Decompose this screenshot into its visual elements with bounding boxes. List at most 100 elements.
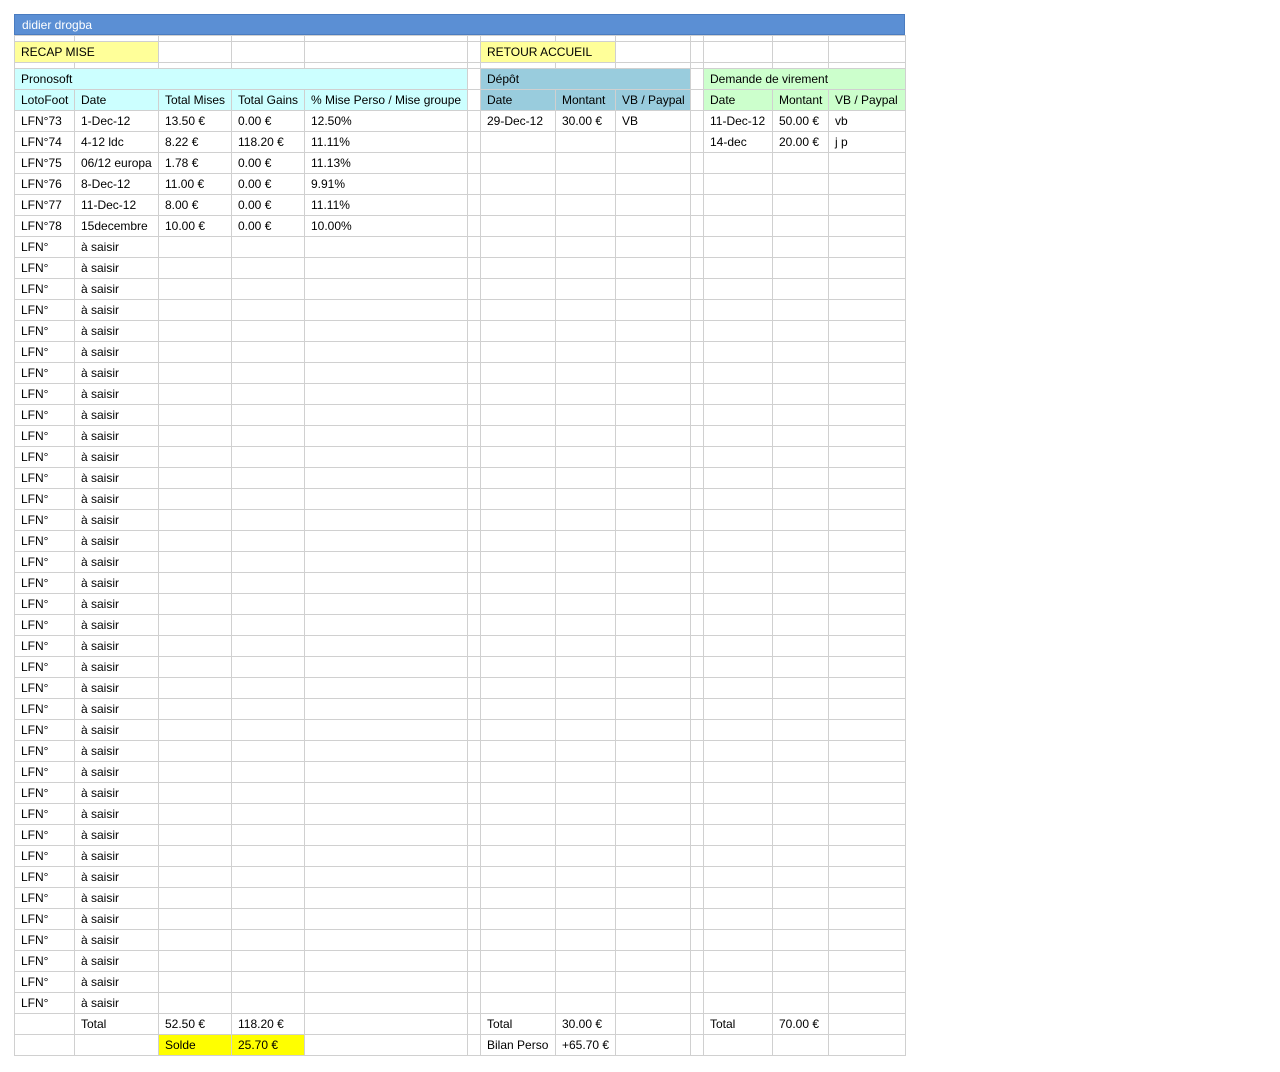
cell-lotofoot[interactable]: LFN°	[14, 635, 75, 657]
cell-total-mises[interactable]: 8.22 €	[158, 131, 232, 153]
cell-depot-date[interactable]	[480, 908, 556, 930]
cell-virement-vb-paypal[interactable]	[828, 446, 906, 468]
cell-virement-vb-paypal[interactable]	[828, 950, 906, 972]
cell-lotofoot[interactable]: LFN°74	[14, 131, 75, 153]
cell-depot-vb-paypal[interactable]	[615, 425, 691, 447]
cell-total-gains[interactable]	[231, 551, 305, 573]
cell-pct-mise[interactable]	[304, 824, 468, 846]
cell-total-mises[interactable]	[158, 656, 232, 678]
cell-depot-vb-paypal[interactable]	[615, 614, 691, 636]
cell-pct-mise[interactable]	[304, 719, 468, 741]
cell-depot-date[interactable]	[480, 593, 556, 615]
cell-virement-vb-paypal[interactable]	[828, 593, 906, 615]
cell-pct-mise[interactable]	[304, 782, 468, 804]
cell-virement-date[interactable]	[703, 887, 773, 909]
cell-total-mises[interactable]	[158, 740, 232, 762]
cell-date[interactable]: à saisir	[74, 803, 159, 825]
cell-virement-date[interactable]	[703, 278, 773, 300]
cell-total-mises[interactable]	[158, 446, 232, 468]
cell-date[interactable]: à saisir	[74, 950, 159, 972]
cell-pct-mise[interactable]	[304, 299, 468, 321]
cell-depot-vb-paypal[interactable]	[615, 446, 691, 468]
cell-date[interactable]: à saisir	[74, 971, 159, 993]
cell-depot-montant[interactable]	[555, 782, 616, 804]
cell-pct-mise[interactable]	[304, 887, 468, 909]
cell-lotofoot[interactable]: LFN°	[14, 551, 75, 573]
cell-virement-vb-paypal[interactable]	[828, 404, 906, 426]
cell-depot-montant[interactable]	[555, 992, 616, 1014]
cell-virement-montant[interactable]	[772, 551, 829, 573]
cell-depot-vb-paypal[interactable]	[615, 509, 691, 531]
cell-depot-montant[interactable]	[555, 761, 616, 783]
cell-depot-vb-paypal[interactable]	[615, 740, 691, 762]
cell-depot-vb-paypal[interactable]	[615, 845, 691, 867]
cell-depot-date[interactable]	[480, 866, 556, 888]
cell-total-gains[interactable]	[231, 572, 305, 594]
cell-depot-vb-paypal[interactable]	[615, 362, 691, 384]
cell-total-mises[interactable]	[158, 551, 232, 573]
cell-virement-montant[interactable]	[772, 572, 829, 594]
cell-total-gains[interactable]	[231, 530, 305, 552]
cell-virement-montant[interactable]	[772, 698, 829, 720]
cell-depot-date[interactable]	[480, 761, 556, 783]
cell-total-gains[interactable]	[231, 656, 305, 678]
cell-depot-vb-paypal[interactable]	[615, 929, 691, 951]
cell-total-mises[interactable]	[158, 299, 232, 321]
cell-depot-montant[interactable]	[555, 866, 616, 888]
cell-virement-vb-paypal[interactable]	[828, 278, 906, 300]
cell-date[interactable]: à saisir	[74, 992, 159, 1014]
cell-virement-date[interactable]	[703, 593, 773, 615]
cell-depot-montant[interactable]	[555, 320, 616, 342]
cell-virement-montant[interactable]	[772, 677, 829, 699]
cell-depot-date[interactable]	[480, 824, 556, 846]
cell-depot-montant[interactable]	[555, 299, 616, 321]
cell-pct-mise[interactable]: 11.13%	[304, 152, 468, 174]
cell-virement-vb-paypal[interactable]	[828, 320, 906, 342]
cell-total-gains[interactable]: 0.00 €	[231, 152, 305, 174]
cell-virement-vb-paypal[interactable]	[828, 236, 906, 258]
cell-depot-date[interactable]	[480, 635, 556, 657]
cell-pct-mise[interactable]: 11.11%	[304, 194, 468, 216]
cell-lotofoot[interactable]: LFN°	[14, 572, 75, 594]
cell-depot-vb-paypal[interactable]	[615, 467, 691, 489]
cell-depot-vb-paypal[interactable]	[615, 866, 691, 888]
cell-depot-montant[interactable]	[555, 278, 616, 300]
cell-date[interactable]: à saisir	[74, 467, 159, 489]
cell-pct-mise[interactable]	[304, 509, 468, 531]
cell-total-gains[interactable]	[231, 404, 305, 426]
cell-depot-date[interactable]	[480, 782, 556, 804]
cell-total-mises[interactable]: 10.00 €	[158, 215, 232, 237]
cell-total-gains[interactable]	[231, 845, 305, 867]
cell-virement-montant[interactable]	[772, 866, 829, 888]
cell-virement-date[interactable]	[703, 320, 773, 342]
cell-pct-mise[interactable]	[304, 404, 468, 426]
cell-lotofoot[interactable]: LFN°	[14, 488, 75, 510]
cell-virement-date[interactable]	[703, 866, 773, 888]
cell-total-gains[interactable]	[231, 740, 305, 762]
cell-total-mises[interactable]: 11.00 €	[158, 173, 232, 195]
cell-virement-date[interactable]	[703, 719, 773, 741]
cell-total-mises[interactable]: 1.78 €	[158, 152, 232, 174]
cell-virement-vb-paypal[interactable]	[828, 509, 906, 531]
cell-virement-vb-paypal[interactable]	[828, 152, 906, 174]
cell-lotofoot[interactable]: LFN°	[14, 992, 75, 1014]
cell-depot-vb-paypal[interactable]	[615, 215, 691, 237]
cell-virement-vb-paypal[interactable]	[828, 677, 906, 699]
cell-depot-date[interactable]	[480, 194, 556, 216]
cell-virement-montant[interactable]	[772, 824, 829, 846]
cell-date[interactable]: à saisir	[74, 866, 159, 888]
cell-virement-montant[interactable]	[772, 509, 829, 531]
cell-date[interactable]: à saisir	[74, 299, 159, 321]
cell-pct-mise[interactable]	[304, 992, 468, 1014]
cell-depot-montant[interactable]	[555, 194, 616, 216]
cell-depot-date[interactable]	[480, 446, 556, 468]
cell-date[interactable]: à saisir	[74, 278, 159, 300]
cell-virement-montant[interactable]	[772, 173, 829, 195]
cell-lotofoot[interactable]: LFN°	[14, 971, 75, 993]
cell-total-gains[interactable]	[231, 698, 305, 720]
cell-total-gains[interactable]	[231, 236, 305, 258]
cell-total-gains[interactable]	[231, 425, 305, 447]
cell-virement-vb-paypal[interactable]	[828, 656, 906, 678]
cell-virement-date[interactable]	[703, 257, 773, 279]
cell-pct-mise[interactable]	[304, 362, 468, 384]
